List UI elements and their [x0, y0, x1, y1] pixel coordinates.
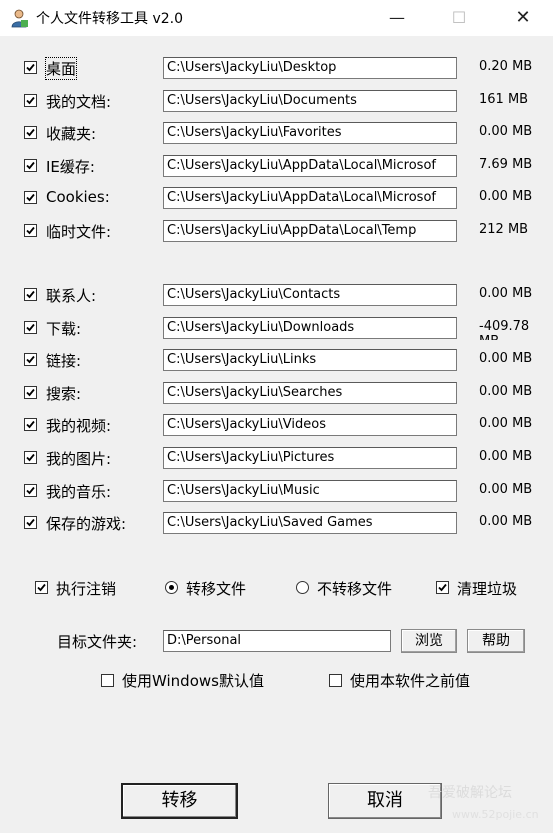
folder-size: 0.00 MB: [479, 416, 533, 432]
folder-path-input[interactable]: C:\Users\JackyLiu\Pictures: [163, 447, 457, 469]
check-icon: [37, 583, 46, 592]
folder-checkbox[interactable]: [24, 93, 37, 107]
folder-checkbox[interactable]: [24, 191, 37, 205]
folder-size: -409.78: [479, 318, 530, 334]
folder-label: 链接:: [46, 352, 82, 371]
folder-label: IE缓存:: [46, 157, 95, 176]
folder-label: 保存的游戏:: [46, 515, 127, 534]
minimize-button[interactable]: —: [374, 0, 420, 36]
folder-path-input[interactable]: C:\Users\JackyLiu\Searches: [163, 381, 457, 404]
check-icon: [26, 356, 35, 364]
check-icon: [26, 226, 35, 235]
folder-checkbox[interactable]: [24, 224, 37, 237]
check-icon: [26, 421, 35, 429]
check-icon: [26, 290, 35, 299]
check-icon: [438, 583, 447, 592]
check-icon: [26, 96, 35, 104]
folder-size: 0.00 MB: [479, 481, 533, 497]
clean-junk-checkbox[interactable]: [436, 581, 449, 594]
folder-path-input[interactable]: C:\Users\JackyLiu\Contacts: [163, 284, 457, 306]
folder-label: 桌面: [44, 57, 78, 80]
cancel-button[interactable]: 取消: [328, 783, 442, 819]
folder-label: 我的图片:: [46, 450, 112, 468]
folder-label: 下载:: [46, 319, 82, 338]
folder-path-input[interactable]: C:\Users\JackyLiu\AppData\Local\Temp: [163, 220, 457, 242]
check-icon: [26, 388, 35, 397]
folder-path-input[interactable]: C:\Users\JackyLiu\Links: [163, 349, 457, 372]
folder-checkbox[interactable]: [24, 288, 37, 301]
check-icon: [26, 323, 35, 331]
windows-default-label: 使用Windows默认值: [122, 672, 264, 690]
folder-label: 收藏夹:: [46, 125, 97, 144]
close-button[interactable]: ✕: [500, 0, 546, 36]
folder-path-input[interactable]: C:\Users\JackyLiu\Documents: [163, 89, 457, 112]
check-icon: [26, 519, 35, 527]
folder-size: 212 MB: [479, 222, 529, 237]
folder-size: 161 MB: [479, 91, 529, 107]
folder-path-input[interactable]: C:\Users\JackyLiu\Music: [163, 479, 457, 502]
folder-checkbox[interactable]: [24, 385, 37, 399]
move-files-label: 转移文件: [186, 580, 247, 598]
no-move-files-radio[interactable]: [296, 581, 309, 594]
window-title: 个人文件转移工具 v2.0: [36, 11, 183, 27]
folder-checkbox[interactable]: [24, 353, 37, 367]
folder-path-input[interactable]: C:\Users\JackyLiu\Videos: [163, 414, 457, 437]
logoff-checkbox[interactable]: [35, 581, 48, 594]
folder-checkbox[interactable]: [24, 451, 37, 464]
check-icon: [26, 486, 35, 494]
watermark-text: 吾爱破解论坛: [428, 785, 512, 801]
previous-values-label: 使用本软件之前值: [350, 672, 471, 690]
folder-checkbox[interactable]: [24, 126, 37, 140]
folder-size: 0.00 MB: [479, 383, 533, 399]
folder-checkbox[interactable]: [24, 418, 37, 432]
folder-size: 7.69 MB: [479, 156, 533, 172]
folder-checkbox[interactable]: [24, 61, 37, 74]
check-icon: [26, 63, 35, 72]
check-icon: [26, 129, 35, 137]
folder-checkbox[interactable]: [24, 320, 37, 334]
folder-size: 0.00 MB: [479, 189, 533, 205]
folder-label: 联系人:: [46, 287, 97, 305]
no-move-files-label: 不转移文件: [317, 580, 393, 598]
check-icon: [26, 453, 35, 462]
windows-default-checkbox[interactable]: [101, 674, 114, 687]
folder-checkbox[interactable]: [24, 483, 37, 497]
app-user-icon: [11, 9, 28, 28]
clean-junk-label: 清理垃圾: [457, 580, 518, 598]
folder-label: 我的视频:: [46, 417, 112, 436]
check-icon: [26, 194, 35, 202]
watermark-url: www.52pojie.cn: [452, 808, 539, 821]
maximize-button[interactable]: ☐: [436, 0, 482, 36]
move-files-radio[interactable]: [165, 581, 178, 594]
folder-label: 我的文档:: [46, 92, 112, 111]
move-button[interactable]: 转移: [121, 783, 238, 819]
previous-values-checkbox[interactable]: [329, 674, 342, 687]
folder-path-input[interactable]: C:\Users\JackyLiu\AppData\Local\Microsof: [163, 154, 457, 177]
target-folder-label: 目标文件夹:: [57, 633, 138, 651]
folder-label: 临时文件:: [46, 223, 112, 241]
target-folder-input[interactable]: D:\Personal: [163, 630, 391, 652]
check-icon: [26, 161, 35, 170]
folder-path-input[interactable]: C:\Users\JackyLiu\AppData\Local\Microsof: [163, 187, 457, 210]
folder-path-input[interactable]: C:\Users\JackyLiu\Downloads: [163, 316, 457, 339]
folder-size-unit: MB: [479, 334, 499, 340]
folder-path-input[interactable]: C:\Users\JackyLiu\Saved Games: [163, 512, 457, 535]
folder-size: 0.00 MB: [479, 351, 533, 367]
folder-size: 0.20 MB: [479, 59, 533, 74]
browse-button[interactable]: 浏览: [401, 629, 457, 653]
folder-path-input[interactable]: C:\Users\JackyLiu\Desktop: [163, 57, 457, 79]
folder-label: Cookies:: [46, 188, 110, 207]
title-bar: 个人文件转移工具 v2.0 — ☐ ✕: [0, 0, 553, 36]
folder-size: 0.00 MB: [479, 124, 533, 140]
folder-size: 0.00 MB: [479, 449, 533, 464]
folder-path-input[interactable]: C:\Users\JackyLiu\Favorites: [163, 122, 457, 145]
folder-label: 搜索:: [46, 384, 82, 403]
help-button[interactable]: 帮助: [467, 629, 525, 653]
logoff-label: 执行注销: [56, 580, 117, 598]
folder-checkbox[interactable]: [24, 158, 37, 172]
folder-size: 0.00 MB: [479, 514, 533, 530]
folder-checkbox[interactable]: [24, 516, 37, 530]
folder-size: 0.00 MB: [479, 286, 533, 301]
folder-label: 我的音乐:: [46, 482, 112, 501]
